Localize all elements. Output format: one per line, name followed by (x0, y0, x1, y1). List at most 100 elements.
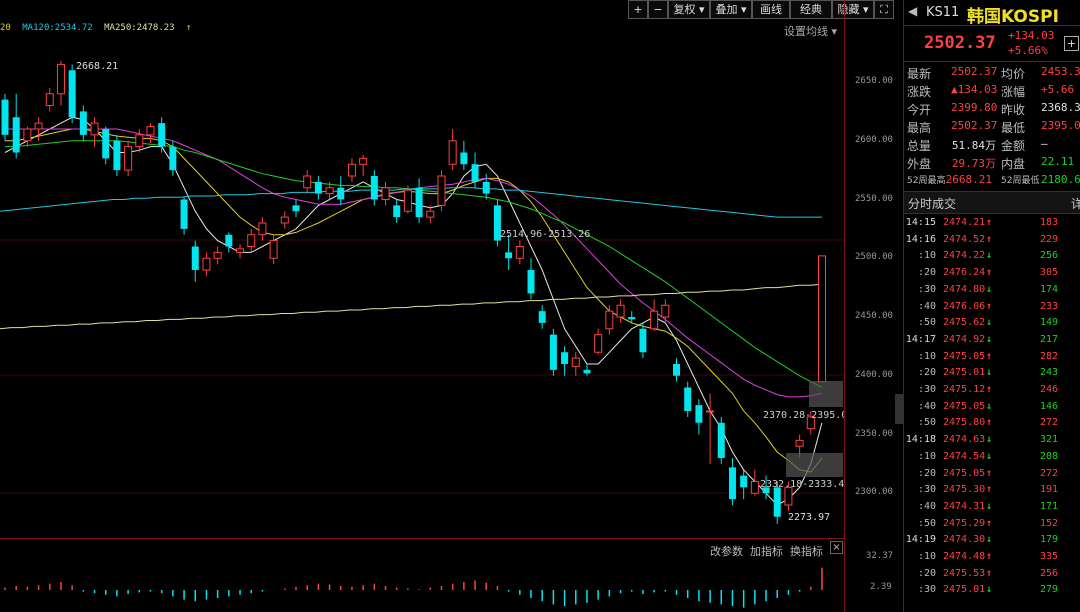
candle-body (650, 310, 659, 330)
candle (482, 173, 490, 200)
candle-body (113, 140, 121, 171)
candle (202, 252, 211, 276)
stat-label: 涨幅 (1001, 85, 1026, 99)
candle (639, 322, 647, 359)
candle-body (68, 70, 76, 118)
trade-row: :10 2475.05 ↑ 282 (904, 351, 1080, 367)
trade-price: 2475.62 (943, 317, 986, 329)
add-watchlist-button[interactable]: + (1064, 36, 1079, 51)
candle (403, 185, 412, 214)
candle (695, 399, 703, 435)
price-axis-label: 2350.00 (855, 428, 893, 439)
stat-label: 最低 (1001, 121, 1026, 135)
candle (180, 197, 188, 235)
candle-body (482, 181, 490, 194)
candle-body (337, 187, 345, 200)
candle-body (23, 128, 32, 142)
trade-volume: 183 (1039, 217, 1058, 228)
trade-row: :20 2475.53 ↑ 256 (904, 568, 1080, 584)
trade-price: 2475.01 (943, 367, 986, 379)
candle (292, 199, 300, 218)
trade-time: :40 (917, 500, 936, 512)
price-axis-label: 2600.00 (855, 134, 893, 145)
candle-body (56, 63, 65, 95)
trade-price: 2474.30 (943, 534, 986, 546)
range-annotation: 2332.18-2333.41 (760, 479, 844, 490)
candle-body (706, 410, 715, 413)
candle (460, 140, 468, 171)
trade-volume: 282 (1039, 350, 1058, 362)
candle (728, 458, 736, 505)
trade-direction-icon: ↓ (986, 250, 993, 262)
quote-panel: ◀ KS11 韩国KOSPI 2502.37 +134.03 +5.66% + … (903, 0, 1080, 612)
stat-label: 金额 (1001, 139, 1026, 153)
back-arrow-icon[interactable]: ◀ (908, 4, 917, 18)
candle (381, 181, 390, 206)
trade-time: :50 (917, 517, 936, 529)
candle-body (347, 163, 356, 177)
close-icon[interactable]: × (830, 541, 843, 554)
trade-time: :20 (917, 267, 936, 279)
stat-row: 最高 2502.37 最低 2395.0 (904, 119, 1080, 138)
trade-volume: 233 (1039, 300, 1058, 312)
trade-price: 2475.80 (943, 417, 986, 429)
trade-direction-icon: ↓ (986, 584, 993, 596)
panel-splitter-handle[interactable] (895, 394, 903, 424)
candle (571, 352, 580, 376)
change-param-button[interactable]: 改参数 (710, 543, 743, 559)
trade-price: 2474.31 (943, 500, 986, 512)
trade-price: 2474.48 (943, 551, 986, 562)
candle-body (124, 146, 133, 171)
trade-volume: 174 (1039, 283, 1058, 295)
trade-price: 2475.01 (943, 584, 986, 596)
trade-direction-icon: ↑ (986, 384, 993, 395)
candle (661, 299, 670, 323)
candle-body (818, 255, 826, 383)
swap-indicator-button[interactable]: 换指标 (790, 543, 823, 559)
trade-volume: 152 (1039, 517, 1058, 529)
trade-time: :10 (917, 250, 936, 262)
candle-body (381, 187, 390, 200)
stat-label: 最高 (907, 121, 932, 135)
price-axis-label: 2450.00 (855, 311, 893, 321)
candle-body (571, 357, 580, 367)
candle (68, 64, 76, 124)
add-indicator-button[interactable]: 加指标 (750, 543, 783, 559)
kline-chart-area[interactable]: + − 复权 ▾ 叠加 ▾ 画线 经典 隐藏 ▾ ⛶ 20 MA120:2534… (0, 0, 896, 612)
trade-direction-icon: ↑ (986, 217, 993, 228)
candle (549, 328, 557, 376)
trade-time: :50 (917, 417, 936, 429)
stat-value: 2180.6 (1041, 173, 1080, 186)
candle (594, 328, 603, 355)
candle-body (594, 334, 603, 353)
trade-volume: 256 (1039, 250, 1058, 262)
trade-direction-icon: ↑ (986, 467, 993, 479)
trade-row: 14:19 2474.30 ↓ 179 (904, 534, 1080, 550)
candle (448, 129, 457, 171)
candle-body (426, 210, 435, 218)
trade-volume: 272 (1039, 417, 1058, 429)
time-sales-tab[interactable]: 分时成交 (908, 195, 956, 212)
trade-volume: 246 (1039, 384, 1058, 395)
stat-value: ▲134.03 (951, 83, 998, 96)
trade-direction-icon: ↑ (986, 300, 993, 312)
candle (12, 93, 20, 159)
trade-volume: 243 (1039, 367, 1058, 379)
candle-body (795, 439, 804, 447)
candle (303, 170, 312, 194)
candle (90, 117, 99, 147)
stat-value: 2368.3 (1041, 101, 1080, 114)
time-sales-detail-tab[interactable]: 详 (1071, 195, 1080, 212)
stat-label: 昨收 (1001, 103, 1026, 117)
candle (225, 232, 233, 253)
candle-body (359, 157, 368, 165)
candle-body (12, 117, 20, 153)
stat-value: 2502.37 (951, 65, 998, 78)
candle-body (561, 352, 569, 364)
candle (740, 469, 748, 500)
candle (673, 358, 681, 382)
trade-direction-icon: ↑ (986, 350, 993, 362)
trade-time: :20 (917, 467, 936, 479)
candle (280, 211, 289, 229)
stat-value: 51.84万 (951, 139, 996, 152)
